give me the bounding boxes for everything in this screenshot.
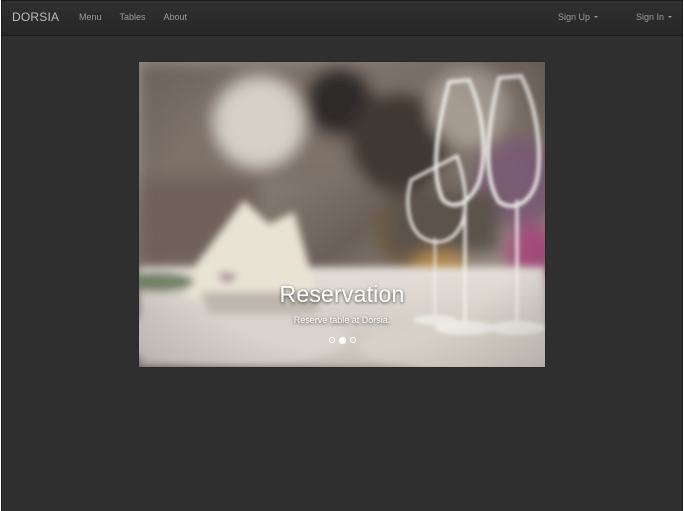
nav-link-tables[interactable]: Tables: [111, 12, 155, 22]
nav-link-menu[interactable]: Menu: [70, 12, 111, 22]
sign-up-dropdown[interactable]: Sign Up: [558, 12, 598, 22]
sign-in-dropdown[interactable]: Sign In: [636, 12, 672, 22]
carousel-indicators: [139, 336, 545, 344]
hero-carousel[interactable]: Reservation Reserve table at Dorsia.: [139, 62, 545, 367]
account-nav: Sign Up Sign In: [558, 12, 682, 22]
carousel-indicator-1[interactable]: [328, 337, 335, 343]
primary-nav: Menu Tables About: [70, 12, 196, 22]
caret-down-icon: [668, 16, 672, 18]
carousel-caption: Reservation Reserve table at Dorsia.: [139, 282, 545, 326]
top-navbar: DORSIA Menu Tables About Sign Up Sign In: [2, 0, 682, 36]
carousel-subtitle: Reserve table at Dorsia.: [293, 315, 391, 325]
nav-link-about[interactable]: About: [155, 12, 197, 22]
brand-logo[interactable]: DORSIA: [12, 10, 59, 24]
sign-in-label: Sign In: [635, 12, 664, 22]
carousel-title: Reservation: [279, 281, 405, 307]
page: DORSIA Menu Tables About Sign Up Sign In: [1, 0, 683, 511]
caret-down-icon: [593, 16, 598, 18]
sign-up-label: Sign Up: [557, 12, 590, 22]
carousel-indicator-3[interactable]: [349, 337, 356, 343]
carousel-indicator-2[interactable]: [338, 336, 346, 344]
